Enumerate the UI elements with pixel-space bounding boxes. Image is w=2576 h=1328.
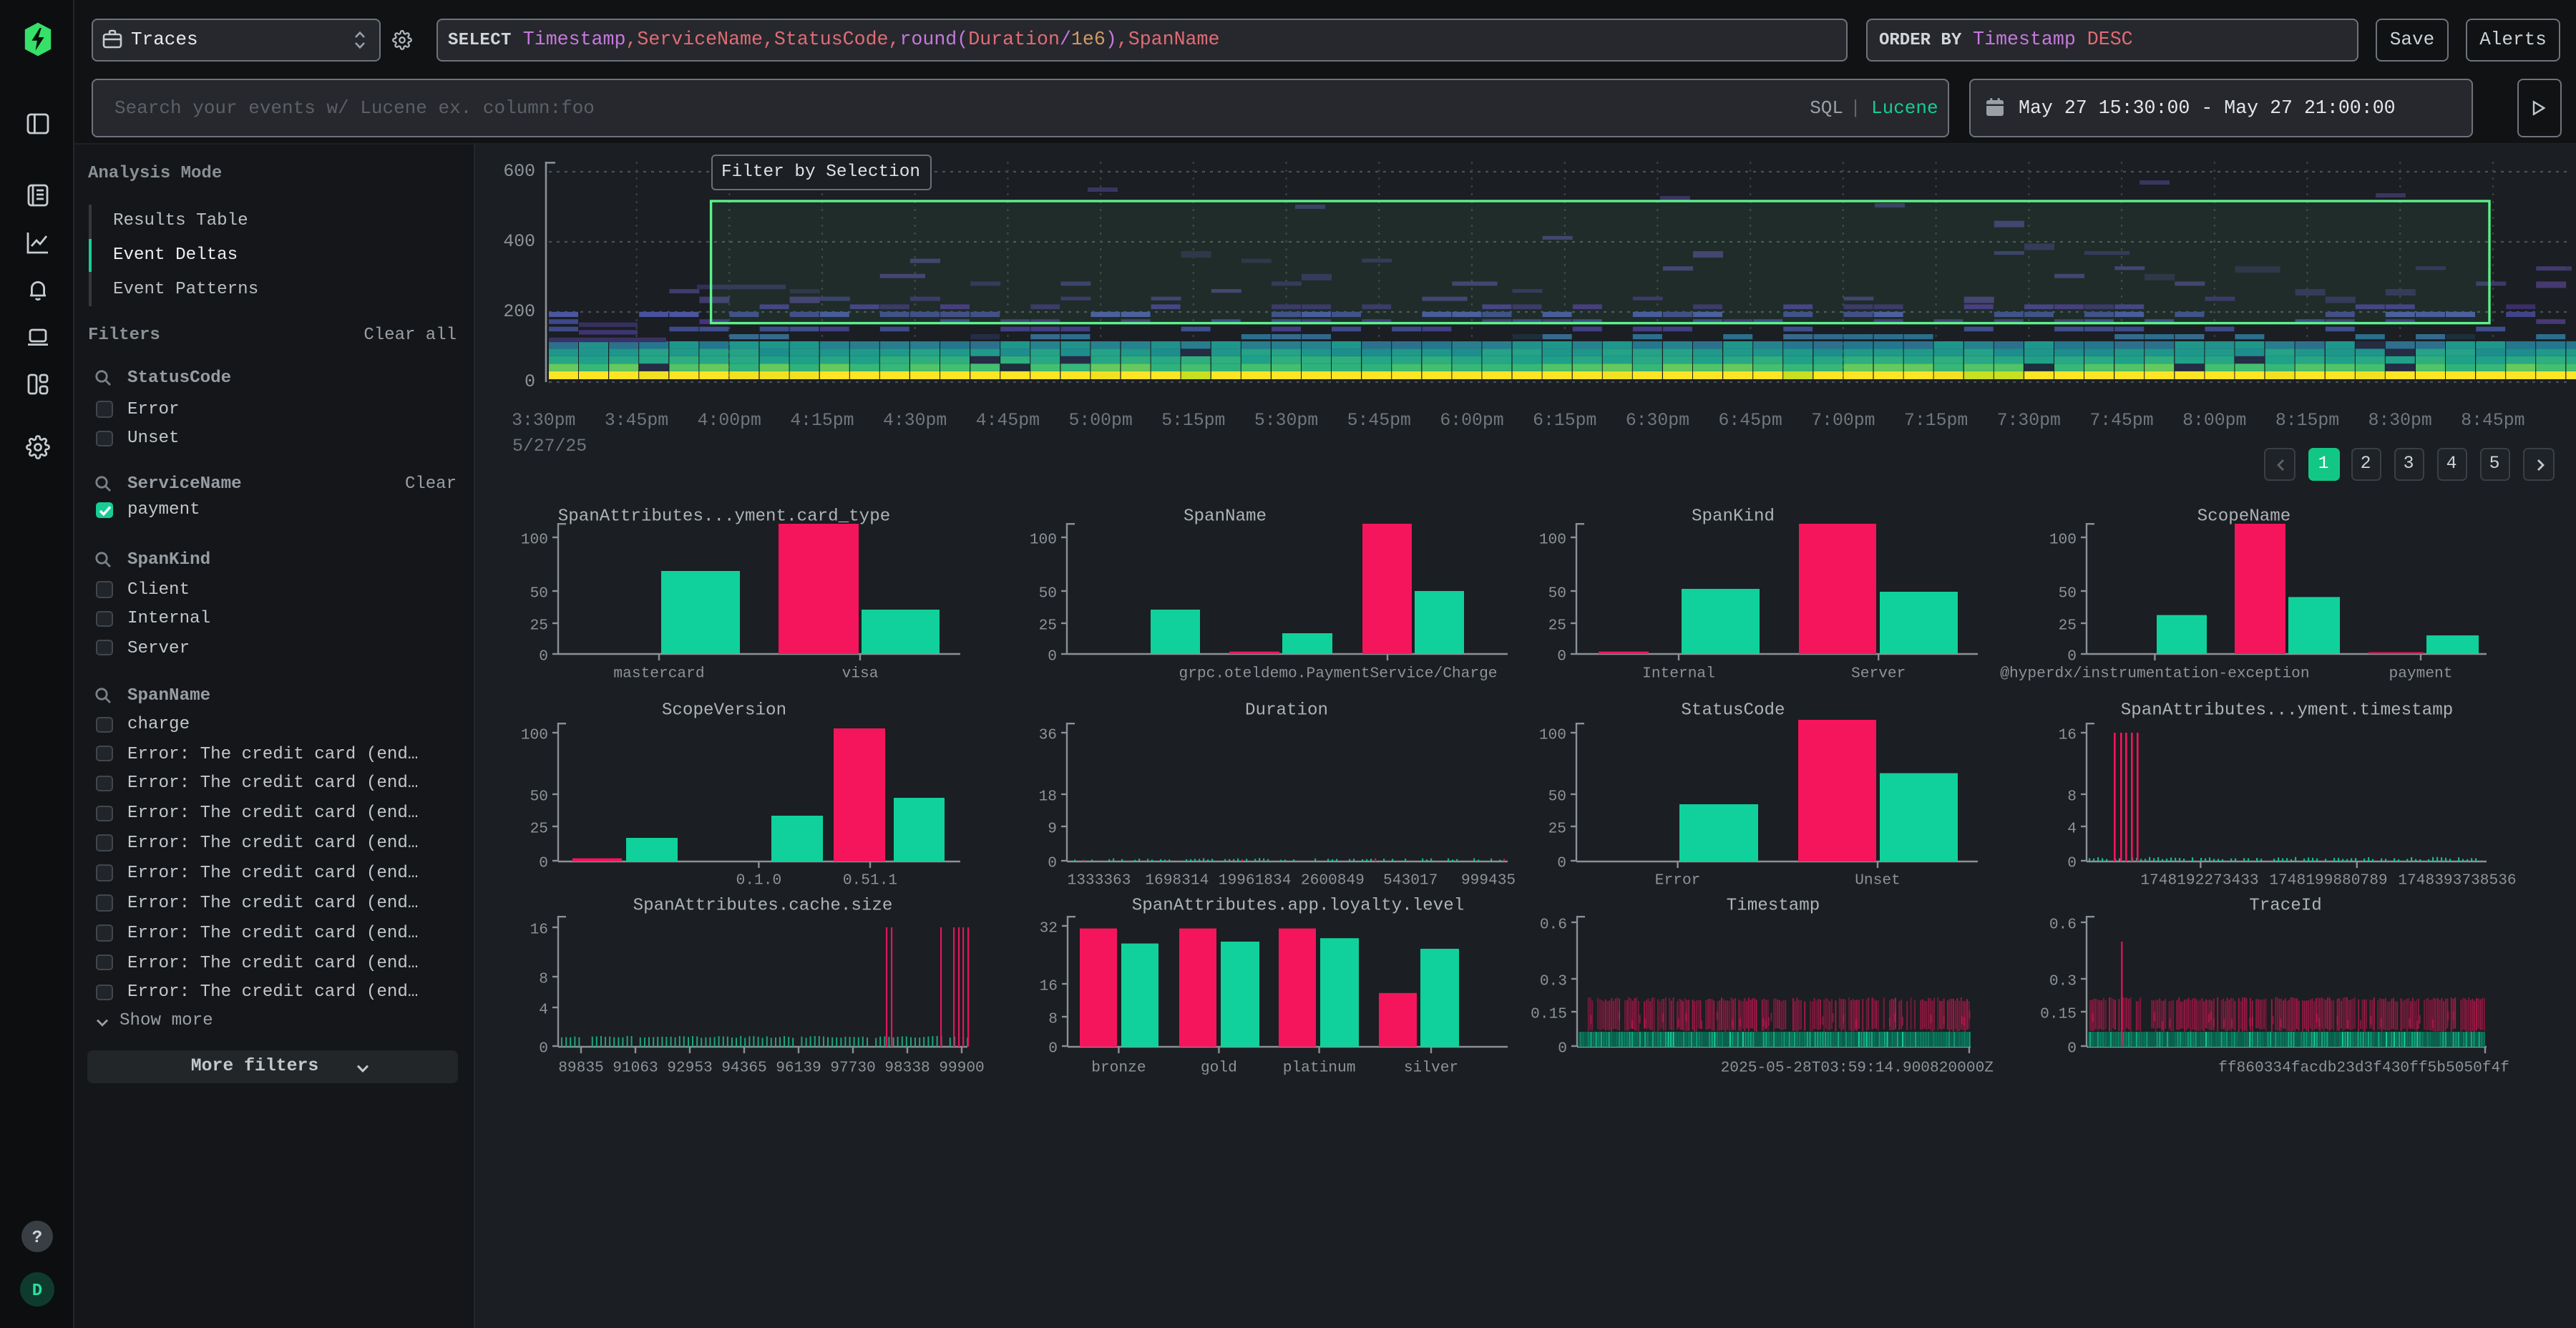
svg-text:50: 50 <box>530 788 548 805</box>
svg-text:mastercard: mastercard <box>613 665 704 682</box>
svg-text:89835: 89835 <box>558 1059 604 1076</box>
svg-text:0.6: 0.6 <box>1540 916 1567 933</box>
svg-text:16: 16 <box>530 921 548 938</box>
svg-text:ff860334facdb23d3f430ff5b5050f: ff860334facdb23d3f430ff5b5050f4f <box>2218 1059 2509 1076</box>
svg-text:0: 0 <box>539 1040 548 1057</box>
svg-text:98338: 98338 <box>884 1059 930 1076</box>
svg-text:999435: 999435 <box>1461 872 1516 889</box>
svg-text:2025-05-28T03:59:14.900820000Z: 2025-05-28T03:59:14.900820000Z <box>1721 1059 1994 1076</box>
svg-text:SpanAttributes...yment.card_ty: SpanAttributes...yment.card_type <box>558 507 890 526</box>
svg-text:1333363: 1333363 <box>1067 872 1131 889</box>
svg-text:50: 50 <box>1548 585 1566 602</box>
svg-text:SpanKind: SpanKind <box>1692 507 1775 526</box>
svg-text:25: 25 <box>530 820 548 837</box>
svg-text:0: 0 <box>1048 854 1057 872</box>
svg-text:0.3: 0.3 <box>1540 972 1567 990</box>
svg-text:25: 25 <box>1039 617 1057 634</box>
svg-text:@hyperdx/instrumentation-excep: @hyperdx/instrumentation-exception <box>2000 665 2309 682</box>
svg-text:silver: silver <box>1404 1059 1458 1076</box>
svg-text:100: 100 <box>1030 531 1057 548</box>
svg-text:0: 0 <box>1048 1040 1058 1057</box>
svg-text:19961834: 19961834 <box>1219 872 1292 889</box>
svg-text:4: 4 <box>539 1001 548 1018</box>
svg-text:Error: Error <box>1655 872 1701 889</box>
svg-text:50: 50 <box>1548 788 1566 805</box>
svg-text:50: 50 <box>1039 585 1057 602</box>
svg-text:0: 0 <box>1557 648 1566 665</box>
svg-text:visa: visa <box>842 665 879 682</box>
svg-text:25: 25 <box>1548 617 1566 634</box>
svg-text:0: 0 <box>539 648 548 665</box>
svg-text:gold: gold <box>1201 1059 1237 1076</box>
svg-text:100: 100 <box>1539 726 1566 743</box>
svg-text:36: 36 <box>1039 726 1057 743</box>
svg-text:50: 50 <box>2059 585 2077 602</box>
svg-text:1698314: 1698314 <box>1145 872 1209 889</box>
svg-text:TraceId: TraceId <box>2249 896 2322 915</box>
svg-text:StatusCode: StatusCode <box>1681 700 1785 720</box>
svg-text:8: 8 <box>1048 1010 1058 1027</box>
svg-text:1748393738536: 1748393738536 <box>2398 872 2516 889</box>
svg-text:Timestamp: Timestamp <box>1727 896 1820 915</box>
svg-text:ScopeName: ScopeName <box>2197 507 2291 526</box>
svg-text:0.3: 0.3 <box>2049 972 2077 990</box>
svg-text:18: 18 <box>1039 788 1057 805</box>
svg-text:100: 100 <box>521 531 548 548</box>
svg-text:8: 8 <box>539 970 548 987</box>
svg-text:grpc.oteldemo.PaymentService/C: grpc.oteldemo.PaymentService/Charge <box>1179 665 1497 682</box>
svg-text:8: 8 <box>2067 788 2077 805</box>
svg-text:Internal: Internal <box>1642 665 1715 682</box>
svg-text:99900: 99900 <box>939 1059 985 1076</box>
svg-text:0: 0 <box>1558 1040 1567 1057</box>
svg-text:16: 16 <box>1040 977 1058 995</box>
svg-text:25: 25 <box>2059 617 2077 634</box>
svg-text:92953: 92953 <box>667 1059 713 1076</box>
svg-text:0: 0 <box>1048 648 1057 665</box>
svg-text:Server: Server <box>1851 665 1906 682</box>
svg-text:0: 0 <box>2067 648 2077 665</box>
svg-text:ScopeVersion: ScopeVersion <box>662 700 786 720</box>
svg-text:100: 100 <box>2049 531 2077 548</box>
svg-text:0.51.1: 0.51.1 <box>843 872 897 889</box>
svg-text:SpanName: SpanName <box>1184 507 1267 526</box>
svg-text:0: 0 <box>1557 854 1566 872</box>
svg-text:0: 0 <box>539 854 548 872</box>
svg-text:0.6: 0.6 <box>2049 916 2077 933</box>
svg-text:100: 100 <box>521 726 548 743</box>
svg-text:91063: 91063 <box>613 1059 658 1076</box>
svg-text:9: 9 <box>1048 820 1057 837</box>
svg-text:0.15: 0.15 <box>2040 1005 2077 1022</box>
svg-text:payment: payment <box>2389 665 2452 682</box>
svg-text:4: 4 <box>2067 820 2077 837</box>
svg-text:100: 100 <box>1539 531 1566 548</box>
svg-text:0: 0 <box>2067 854 2077 872</box>
svg-text:543017: 543017 <box>1383 872 1438 889</box>
svg-text:97730: 97730 <box>830 1059 876 1076</box>
svg-text:25: 25 <box>1548 820 1566 837</box>
svg-text:Duration: Duration <box>1245 700 1328 720</box>
svg-text:SpanAttributes.app.loyalty.lev: SpanAttributes.app.loyalty.level <box>1132 896 1464 915</box>
svg-text:bronze: bronze <box>1091 1059 1146 1076</box>
svg-text:0.1.0: 0.1.0 <box>736 872 782 889</box>
svg-text:0: 0 <box>2067 1040 2077 1057</box>
svg-text:16: 16 <box>2059 726 2077 743</box>
svg-text:50: 50 <box>530 585 548 602</box>
svg-text:0.15: 0.15 <box>1531 1005 1567 1022</box>
svg-text:Unset: Unset <box>1855 872 1901 889</box>
svg-text:SpanAttributes.cache.size: SpanAttributes.cache.size <box>633 896 893 915</box>
svg-text:1748199880789: 1748199880789 <box>2269 872 2387 889</box>
svg-text:SpanAttributes...yment.timesta: SpanAttributes...yment.timestamp <box>2121 700 2453 720</box>
svg-text:96139: 96139 <box>776 1059 821 1076</box>
svg-text:1748192273433: 1748192273433 <box>2140 872 2258 889</box>
svg-text:2600849: 2600849 <box>1301 872 1365 889</box>
svg-text:94365: 94365 <box>721 1059 767 1076</box>
svg-text:platinum: platinum <box>1283 1059 1356 1076</box>
svg-text:25: 25 <box>530 617 548 634</box>
svg-text:32: 32 <box>1040 919 1058 937</box>
